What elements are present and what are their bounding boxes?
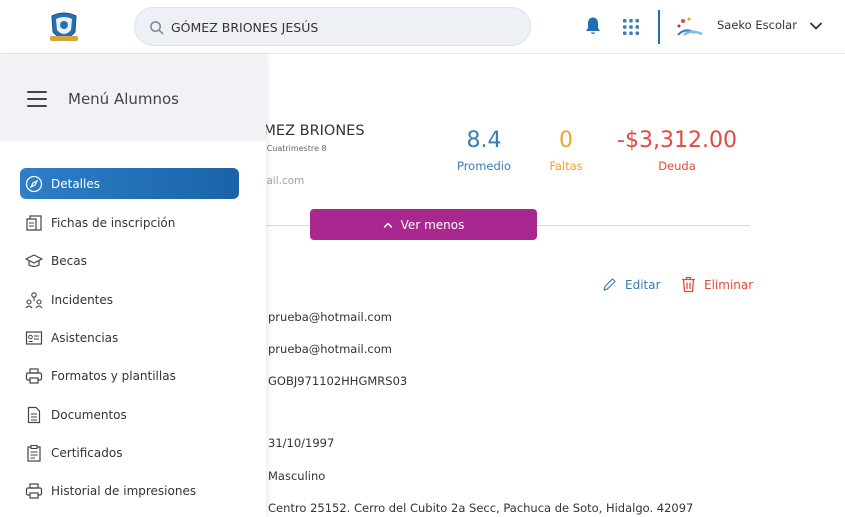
sidebar-item-label: Asistencias — [51, 330, 119, 345]
grid-apps-icon[interactable] — [623, 19, 639, 35]
ver-menos-label: Ver menos — [400, 217, 465, 232]
enrollment-form-icon — [24, 213, 44, 233]
detail-email-alt: prueba@hotmail.com — [268, 342, 392, 356]
sidebar-item-historial[interactable]: Historial de impresiones — [20, 475, 239, 506]
compass-icon — [24, 174, 44, 194]
clipboard-certificate-icon — [24, 443, 44, 463]
sidebar-item-label: Incidentes — [51, 292, 114, 307]
sidebar-item-label: Becas — [51, 253, 87, 268]
stat-deuda: -$3,312.00 Deuda — [612, 128, 742, 173]
hamburger-icon[interactable] — [27, 90, 47, 108]
people-incident-icon — [24, 290, 44, 310]
chevron-down-icon[interactable] — [809, 19, 823, 33]
pencil-icon — [603, 278, 616, 291]
sidebar-item-label: Historial de impresiones — [51, 483, 197, 498]
sidebar-item-label: Formatos y plantillas — [51, 368, 176, 383]
stat-value: 8.4 — [466, 128, 502, 153]
stat-label: Promedio — [456, 159, 512, 173]
chevron-up-icon — [383, 222, 392, 228]
sidebar-item-label: Documentos — [51, 407, 127, 422]
student-name: ÓMEZ BRIONES — [252, 123, 365, 139]
sidebar-header: Menú Alumnos — [0, 55, 266, 141]
detail-curp: GOBJ971102HHGMRS03 — [268, 374, 408, 388]
sidebar-item-formatos[interactable]: Formatos y plantillas — [20, 360, 239, 391]
students-menu-sidebar: Menú Alumnos Detalles Fichas de inscripc… — [0, 55, 266, 517]
edit-label: Editar — [625, 277, 661, 292]
sidebar-item-documentos[interactable]: Documentos — [20, 399, 239, 430]
trash-icon — [682, 276, 695, 293]
search-input[interactable] — [171, 17, 511, 37]
detail-birthdate: 31/10/1997 — [268, 436, 335, 450]
attendance-icon — [24, 328, 44, 348]
school-shield-logo[interactable] — [48, 10, 80, 44]
sidebar-item-asistencias[interactable]: Asistencias — [20, 322, 239, 353]
ver-menos-button[interactable]: Ver menos — [310, 209, 537, 240]
stat-faltas: 0 Faltas — [540, 128, 592, 173]
sidebar-item-incidentes[interactable]: Incidentes — [20, 284, 239, 315]
sidebar-title: Menú Alumnos — [68, 90, 179, 108]
saeko-logo — [677, 17, 703, 36]
sidebar-item-fichas[interactable]: Fichas de inscripción — [20, 207, 239, 238]
bell-icon[interactable] — [584, 16, 602, 36]
stat-value: -$3,312.00 — [617, 128, 737, 153]
stat-value: 0 — [559, 128, 573, 153]
stat-label: Faltas — [549, 159, 583, 173]
search-bar[interactable] — [134, 7, 531, 46]
sidebar-item-label: Detalles — [51, 176, 100, 191]
delete-button[interactable]: Eliminar — [681, 276, 753, 293]
print-history-icon — [24, 481, 44, 501]
sidebar-item-becas[interactable]: Becas — [20, 245, 239, 276]
sidebar-item-certificados[interactable]: Certificados — [20, 437, 239, 468]
detail-address: Centro 25152. Cerro del Cubito 2a Secc, … — [268, 501, 694, 515]
graduation-cap-icon — [24, 251, 44, 271]
printer-icon — [24, 366, 44, 386]
top-bar: Saeko Escolar — [0, 0, 845, 54]
user-name[interactable]: Saeko Escolar — [717, 18, 797, 32]
sidebar-item-label: Fichas de inscripción — [51, 215, 176, 230]
sidebar-item-detalles[interactable]: Detalles — [20, 168, 239, 199]
stat-label: Deuda — [658, 159, 696, 173]
edit-button[interactable]: Editar — [602, 277, 661, 292]
detail-email: prueba@hotmail.com — [268, 310, 392, 324]
delete-label: Eliminar — [704, 277, 754, 292]
detail-gender: Masculino — [268, 469, 326, 483]
search-icon — [150, 21, 164, 35]
sidebar-item-label: Certificados — [51, 445, 123, 460]
header-divider — [658, 10, 660, 44]
stat-promedio: 8.4 Promedio — [448, 128, 520, 173]
document-icon — [24, 405, 44, 425]
